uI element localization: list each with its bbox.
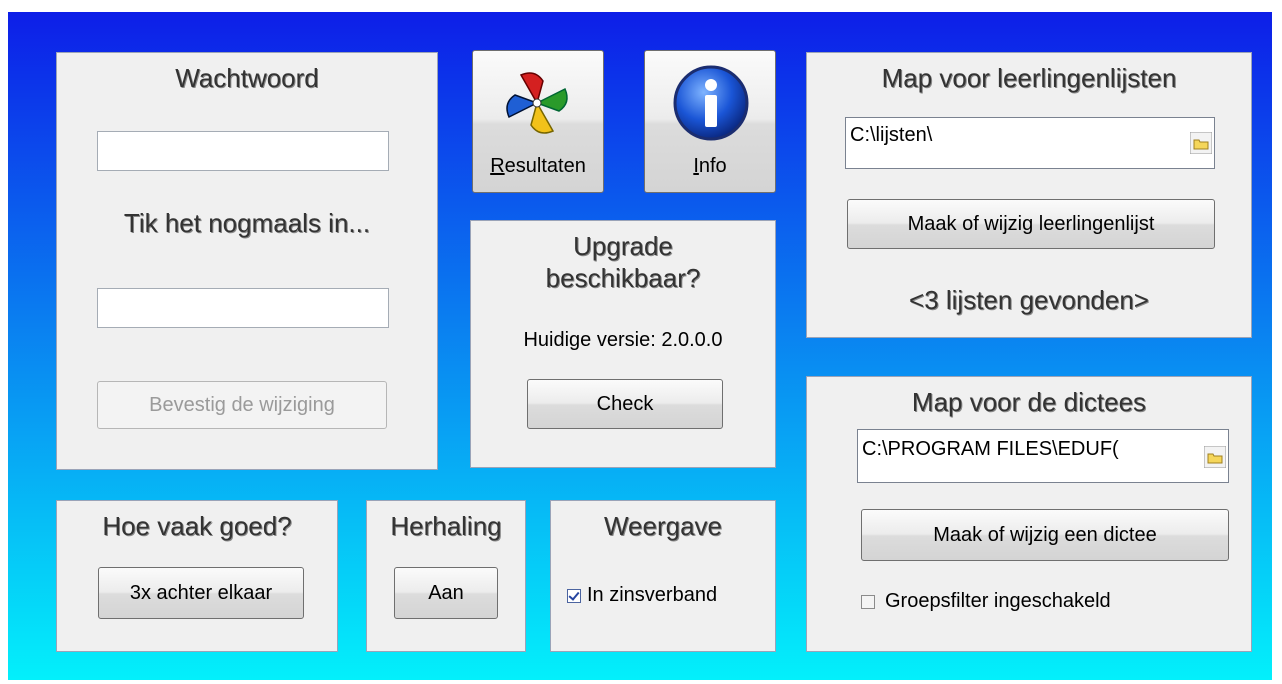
password-confirm-field[interactable] [97,288,389,328]
repeat-toggle-button[interactable]: Aan [394,567,498,619]
folder-icon[interactable] [1204,446,1226,468]
upgrade-panel: Upgrade beschikbaar? Huidige versie: 2.0… [470,220,776,468]
upgrade-title-line2: beschikbaar? [545,263,701,293]
info-label: Info [693,155,727,177]
results-label: Resultaten [490,155,586,177]
dictations-path: C:\PROGRAM FILES\EDUF( [862,438,1119,460]
password-panel: Wachtwoord Tik het nogmaals in... Bevest… [56,52,438,470]
check-button[interactable]: Check [527,379,723,429]
dictations-path-field[interactable]: C:\PROGRAM FILES\EDUF( [857,429,1229,483]
context-label: In zinsverband [587,584,718,606]
student-lists-path: C:\lijsten\ [850,124,933,146]
retype-label: Tik het nogmaals in... [123,208,371,238]
how-often-title: Hoe vaak goed? [102,511,292,541]
student-lists-title: Map voor leerlingenlijsten [881,63,1177,93]
password-field[interactable] [97,131,389,171]
dictations-title: Map voor de dictees [911,387,1147,417]
edit-dictation-button[interactable]: Maak of wijzig een dictee [861,509,1229,561]
student-lists-path-field[interactable]: C:\lijsten\ [845,117,1215,169]
confirm-change-button[interactable]: Bevestig de wijziging [97,381,387,429]
repeat-panel: Herhaling Aan [366,500,526,652]
info-button[interactable]: Info [644,50,776,193]
results-button[interactable]: Resultaten [472,50,604,193]
how-often-panel: Hoe vaak goed? 3x achter elkaar [56,500,338,652]
display-panel: Weergave In zinsverband [550,500,776,652]
group-filter-label: Groepsfilter ingeschakeld [885,590,1111,612]
repeat-title: Herhaling [390,511,502,541]
current-version: Huidige versie: 2.0.0.0 [523,329,723,351]
password-title: Wachtwoord [175,63,319,93]
display-title: Weergave [603,511,723,541]
student-lists-status: <3 lijsten gevonden> [909,285,1149,315]
student-lists-panel: Map voor leerlingenlijsten C:\lijsten\ M… [806,52,1252,338]
edit-student-list-button[interactable]: Maak of wijzig leerlingenlijst [847,199,1215,249]
pinwheel-icon [506,72,568,134]
how-often-button[interactable]: 3x achter elkaar [98,567,304,619]
dictations-panel: Map voor de dictees C:\PROGRAM FILES\EDU… [806,376,1252,652]
folder-icon[interactable] [1190,132,1212,154]
upgrade-title-line1: Upgrade [573,231,673,261]
info-icon [673,65,749,141]
context-checkbox[interactable] [567,589,581,603]
group-filter-checkbox[interactable] [861,595,875,609]
